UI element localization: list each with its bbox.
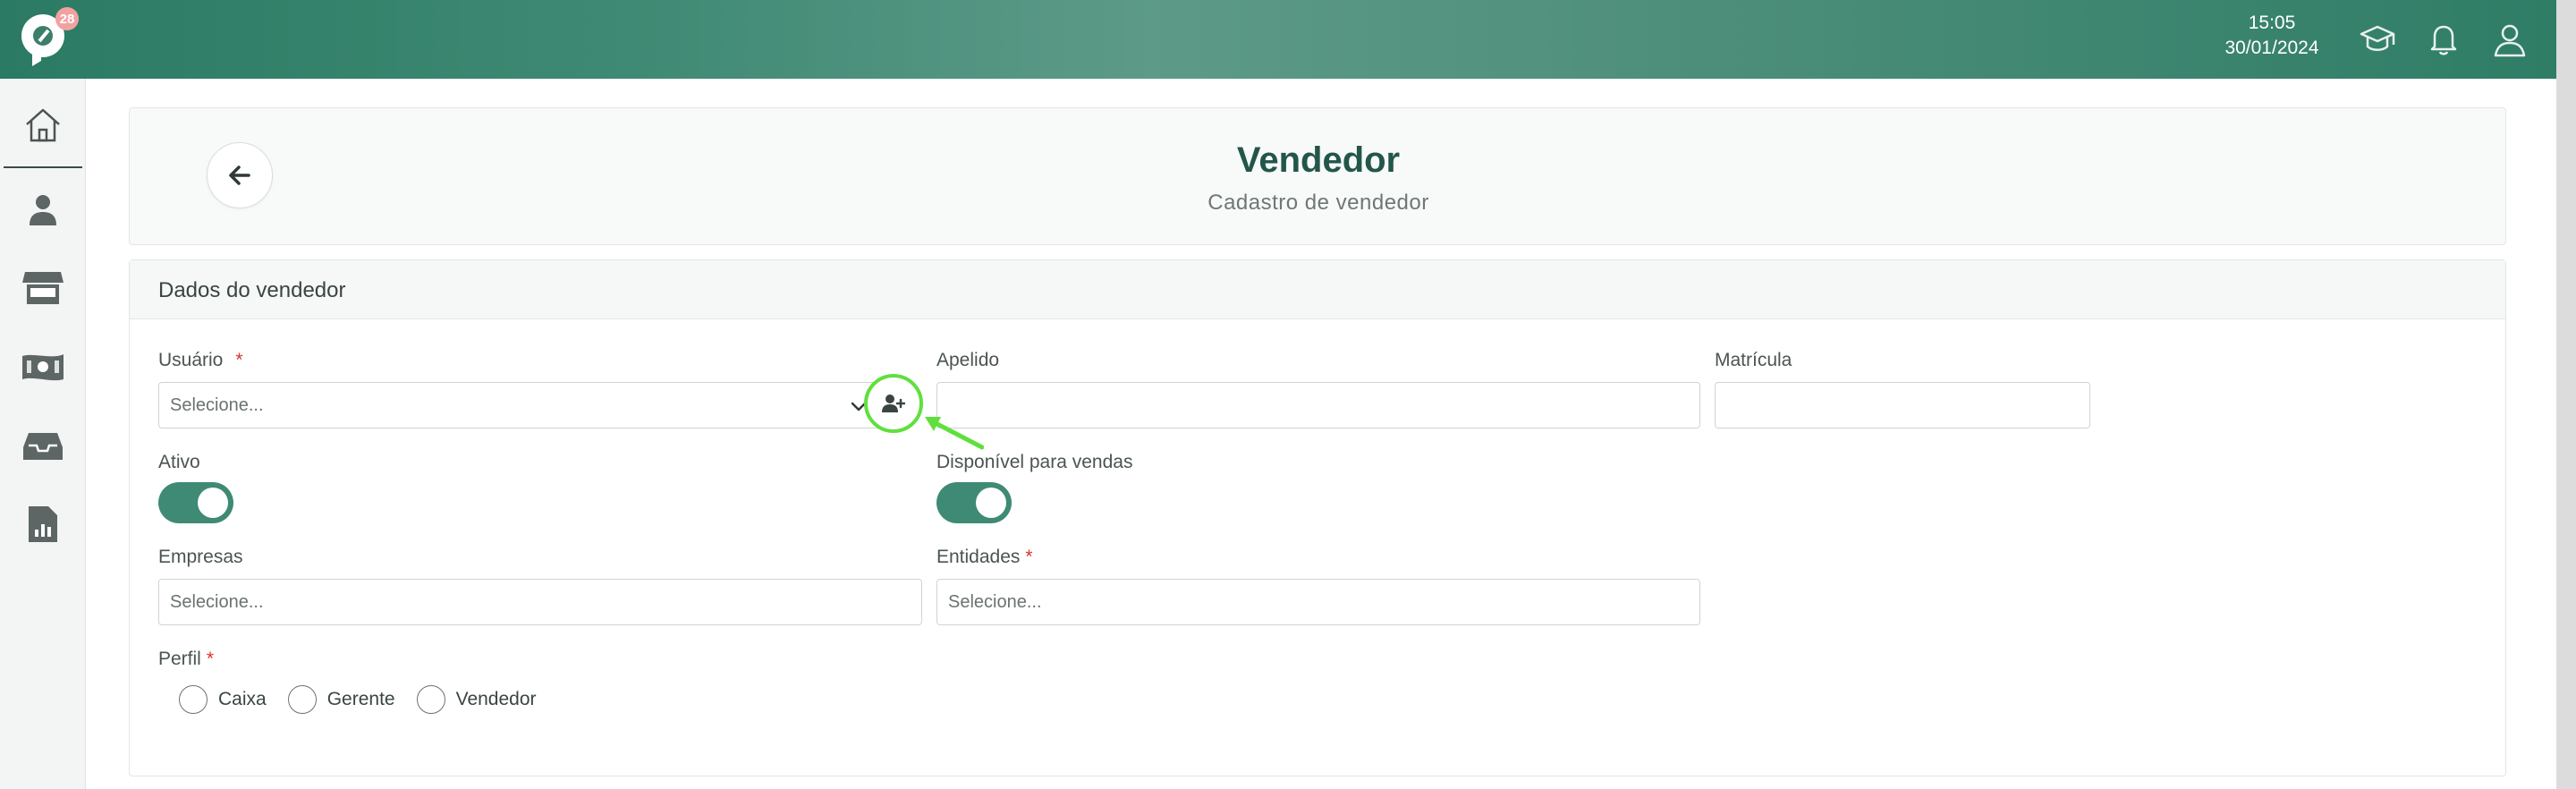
money-icon — [22, 354, 64, 381]
user-plus-icon — [882, 394, 905, 412]
empresas-select[interactable]: Selecione... — [158, 579, 922, 625]
apelido-label: Apelido — [936, 350, 1000, 370]
required-mark: * — [1025, 547, 1033, 567]
sidebar-item-report[interactable] — [18, 499, 68, 549]
radio-label: Vendedor — [455, 689, 537, 709]
ativo-label: Ativo — [158, 452, 200, 472]
sidebar-item-inbox[interactable] — [18, 420, 68, 471]
clock: 15:05 30/01/2024 — [2209, 11, 2334, 61]
matricula-input[interactable] — [1715, 382, 2090, 428]
ativo-toggle[interactable] — [158, 482, 233, 523]
page-subtitle: Cadastro de vendedor — [1208, 191, 1429, 215]
entidades-placeholder: Selecione... — [948, 591, 1042, 612]
radio-label: Gerente — [326, 689, 395, 709]
bell-icon[interactable] — [2424, 20, 2463, 59]
radio-label: Caixa — [218, 689, 267, 709]
perfil-label: Perfil * — [158, 649, 214, 670]
disponivel-toggle[interactable] — [936, 482, 1012, 523]
required-mark: * — [206, 649, 215, 669]
sidebar-item-store[interactable] — [18, 263, 68, 313]
apelido-input[interactable] — [936, 382, 1700, 428]
page-title: Vendedor — [1236, 140, 1401, 180]
usuario-label: Usuário * — [158, 350, 243, 371]
radio-option-caixa[interactable]: Caixa — [179, 685, 267, 714]
usuario-placeholder: Selecione... — [170, 394, 264, 415]
sidebar — [0, 79, 86, 789]
sidebar-item-person[interactable] — [18, 184, 68, 234]
clock-date: 30/01/2024 — [2224, 38, 2319, 58]
top-bar: 28 15:05 30/01/2024 — [0, 0, 2556, 79]
sidebar-item-money[interactable] — [18, 342, 68, 392]
empresas-placeholder: Selecione... — [170, 591, 264, 612]
clock-time: 15:05 — [2248, 13, 2296, 33]
perfil-label-text: Perfil — [158, 649, 201, 669]
entidades-label-text: Entidades — [936, 547, 1021, 567]
radio-option-vendedor[interactable]: Vendedor — [416, 685, 537, 714]
annotation-arrow-icon — [925, 417, 984, 450]
store-icon — [22, 272, 64, 304]
radio-circle[interactable] — [287, 685, 317, 714]
sidebar-item-home[interactable] — [18, 100, 68, 150]
matricula-label: Matrícula — [1715, 350, 1792, 370]
notification-badge: 28 — [55, 7, 79, 30]
inbox-icon — [23, 433, 63, 460]
graduation-cap-icon[interactable] — [2358, 20, 2397, 59]
user-profile-icon[interactable] — [2490, 20, 2529, 59]
sidebar-divider — [4, 166, 82, 168]
form-section-header: Dados do vendedor — [130, 260, 2505, 319]
usuario-select[interactable]: Selecione... — [158, 382, 883, 428]
entidades-label: Entidades * — [936, 547, 1033, 568]
empresas-label: Empresas — [158, 547, 243, 567]
radio-circle[interactable] — [179, 685, 208, 714]
add-user-button[interactable] — [864, 374, 923, 433]
radio-option-gerente[interactable]: Gerente — [287, 685, 395, 714]
home-icon — [26, 108, 60, 142]
required-mark: * — [235, 350, 243, 370]
person-icon — [30, 195, 56, 225]
perfil-radio-group: Caixa Gerente Vendedor — [179, 685, 558, 714]
entidades-select[interactable]: Selecione... — [936, 579, 1700, 625]
page-header-card: Vendedor Cadastro de vendedor — [129, 107, 2506, 245]
page-scrollbar[interactable] — [2556, 0, 2576, 789]
disponivel-label: Disponível para vendas — [936, 452, 1133, 472]
section-title: Dados do vendedor — [158, 278, 346, 302]
usuario-label-text: Usuário — [158, 350, 224, 370]
radio-circle[interactable] — [416, 685, 445, 714]
toggle-knob — [976, 488, 1006, 518]
report-icon — [29, 506, 57, 542]
main-content: Vendedor Cadastro de vendedor Dados do v… — [86, 79, 2556, 789]
toggle-knob — [198, 488, 228, 518]
